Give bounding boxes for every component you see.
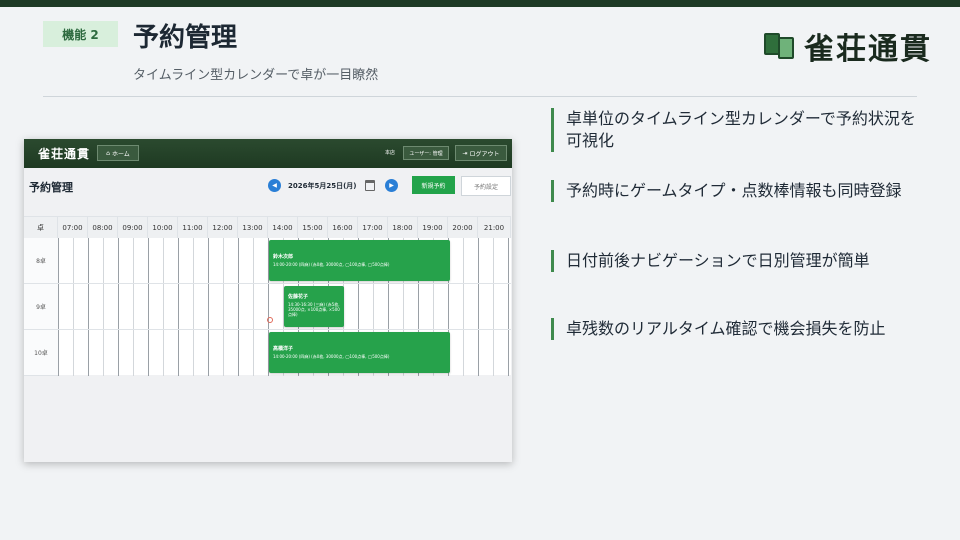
reservation-name: 佐藤花子 bbox=[288, 294, 309, 300]
brand-logo: 雀荘通貫 bbox=[764, 24, 932, 68]
feature-point: 卓残数のリアルタイム確認で機会損失を防止 bbox=[551, 318, 931, 340]
table-column-header: 卓 bbox=[24, 217, 58, 238]
app-header: 雀荘通貫 ⌂ ホーム 本店 ユーザー: 管理 ⇥ ログアウト bbox=[24, 139, 512, 168]
reservation-detail: 14:00-20:00 (四麻) (赤0枚, 30000点, ◯100点棒, ◯… bbox=[273, 262, 390, 267]
reservation-name: 鈴木次郎 bbox=[273, 254, 294, 260]
time-header: 10:00 bbox=[148, 217, 178, 238]
current-date: 2026年5月25日(月) bbox=[288, 182, 357, 190]
reservation-block[interactable]: 高橋洋子 14:00-20:00 (四麻) (赤0枚, 30000点, ◯100… bbox=[269, 332, 450, 373]
page-title: 予約管理 bbox=[29, 181, 73, 194]
hour-line bbox=[208, 238, 209, 376]
half-hour-line bbox=[193, 238, 194, 376]
logout-button[interactable]: ⇥ ログアウト bbox=[455, 145, 507, 161]
prev-day-button[interactable]: ◀ bbox=[268, 179, 281, 192]
time-header: 11:00 bbox=[178, 217, 208, 238]
time-header: 21:00 bbox=[478, 217, 511, 238]
logout-label: ログアウト bbox=[469, 150, 500, 158]
hour-line bbox=[118, 238, 119, 376]
time-header: 18:00 bbox=[388, 217, 418, 238]
tile-logo-icon bbox=[764, 31, 798, 61]
feature-point: 卓単位のタイムライン型カレンダーで予約状況を可視化 bbox=[551, 108, 931, 152]
timeline-grid: 卓 07:00 08:00 09:00 10:00 11:00 12:00 13… bbox=[24, 216, 511, 376]
home-label: ホーム bbox=[111, 150, 130, 158]
feature-badge: 機能 2 bbox=[43, 21, 118, 47]
calendar-icon[interactable] bbox=[365, 180, 375, 191]
half-hour-line bbox=[163, 238, 164, 376]
table-row-label: 9卓 bbox=[24, 284, 58, 330]
half-hour-line bbox=[133, 238, 134, 376]
slide-subtitle: タイムライン型カレンダーで卓が一目瞭然 bbox=[133, 68, 379, 83]
store-label: 本店 bbox=[385, 150, 396, 156]
half-hour-line bbox=[223, 238, 224, 376]
time-header: 14:00 bbox=[268, 217, 298, 238]
feature-point: 予約時にゲームタイプ・点数棒情報も同時登録 bbox=[551, 180, 931, 202]
time-header: 15:00 bbox=[298, 217, 328, 238]
reservation-name: 高橋洋子 bbox=[273, 346, 294, 352]
time-header: 08:00 bbox=[88, 217, 118, 238]
app-screenshot: 雀荘通貫 ⌂ ホーム 本店 ユーザー: 管理 ⇥ ログアウト 予約管理 ◀ 20… bbox=[24, 139, 512, 462]
hour-line bbox=[238, 238, 239, 376]
home-button[interactable]: ⌂ ホーム bbox=[97, 145, 139, 161]
hour-line bbox=[178, 238, 179, 376]
mouse-cursor-icon bbox=[267, 317, 273, 323]
chevron-left-icon: ◀ bbox=[272, 182, 277, 189]
app-logo: 雀荘通貫 bbox=[38, 147, 91, 161]
half-hour-line bbox=[493, 238, 494, 376]
half-hour-line bbox=[73, 238, 74, 376]
time-header: 09:00 bbox=[118, 217, 148, 238]
time-header: 16:00 bbox=[328, 217, 358, 238]
half-hour-line bbox=[463, 238, 464, 376]
chevron-right-icon: ▶ bbox=[389, 182, 394, 189]
next-day-button[interactable]: ▶ bbox=[385, 179, 398, 192]
time-header: 13:00 bbox=[238, 217, 268, 238]
top-accent-bar bbox=[0, 0, 960, 7]
time-header: 20:00 bbox=[448, 217, 478, 238]
row-divider bbox=[58, 329, 511, 330]
table-row-label: 10卓 bbox=[24, 330, 58, 376]
time-header: 07:00 bbox=[58, 217, 88, 238]
logout-icon: ⇥ bbox=[462, 149, 468, 157]
time-header: 19:00 bbox=[418, 217, 448, 238]
hour-line bbox=[478, 238, 479, 376]
brand-logo-text: 雀荘通貫 bbox=[804, 32, 932, 67]
hour-line bbox=[88, 238, 89, 376]
reservation-detail: 14:30-16:30 (三麻) (赤5枚, 35000点, ×100点棒, ×… bbox=[288, 302, 340, 317]
reservation-settings-button[interactable]: 予約設定 bbox=[461, 176, 511, 196]
slide-title: 予約管理 bbox=[133, 23, 238, 53]
hour-line bbox=[58, 238, 59, 376]
half-hour-line bbox=[253, 238, 254, 376]
user-button[interactable]: ユーザー: 管理 bbox=[403, 146, 449, 160]
divider bbox=[43, 96, 917, 97]
time-header: 12:00 bbox=[208, 217, 238, 238]
row-divider bbox=[58, 283, 511, 284]
hour-line bbox=[508, 238, 509, 376]
hour-line bbox=[148, 238, 149, 376]
reservation-block[interactable]: 佐藤花子 14:30-16:30 (三麻) (赤5枚, 35000点, ×100… bbox=[284, 286, 344, 327]
reservation-detail: 14:00-20:00 (四麻) (赤0枚, 30000点, ◯100点棒, ◯… bbox=[273, 354, 390, 359]
table-row-label: 8卓 bbox=[24, 238, 58, 284]
reservation-block[interactable]: 鈴木次郎 14:00-20:00 (四麻) (赤0枚, 30000点, ◯100… bbox=[269, 240, 450, 281]
new-reservation-button[interactable]: 新規予約 bbox=[412, 176, 455, 194]
half-hour-line bbox=[103, 238, 104, 376]
home-icon: ⌂ bbox=[106, 149, 110, 157]
feature-point: 日付前後ナビゲーションで日別管理が簡単 bbox=[551, 250, 931, 272]
time-header: 17:00 bbox=[358, 217, 388, 238]
